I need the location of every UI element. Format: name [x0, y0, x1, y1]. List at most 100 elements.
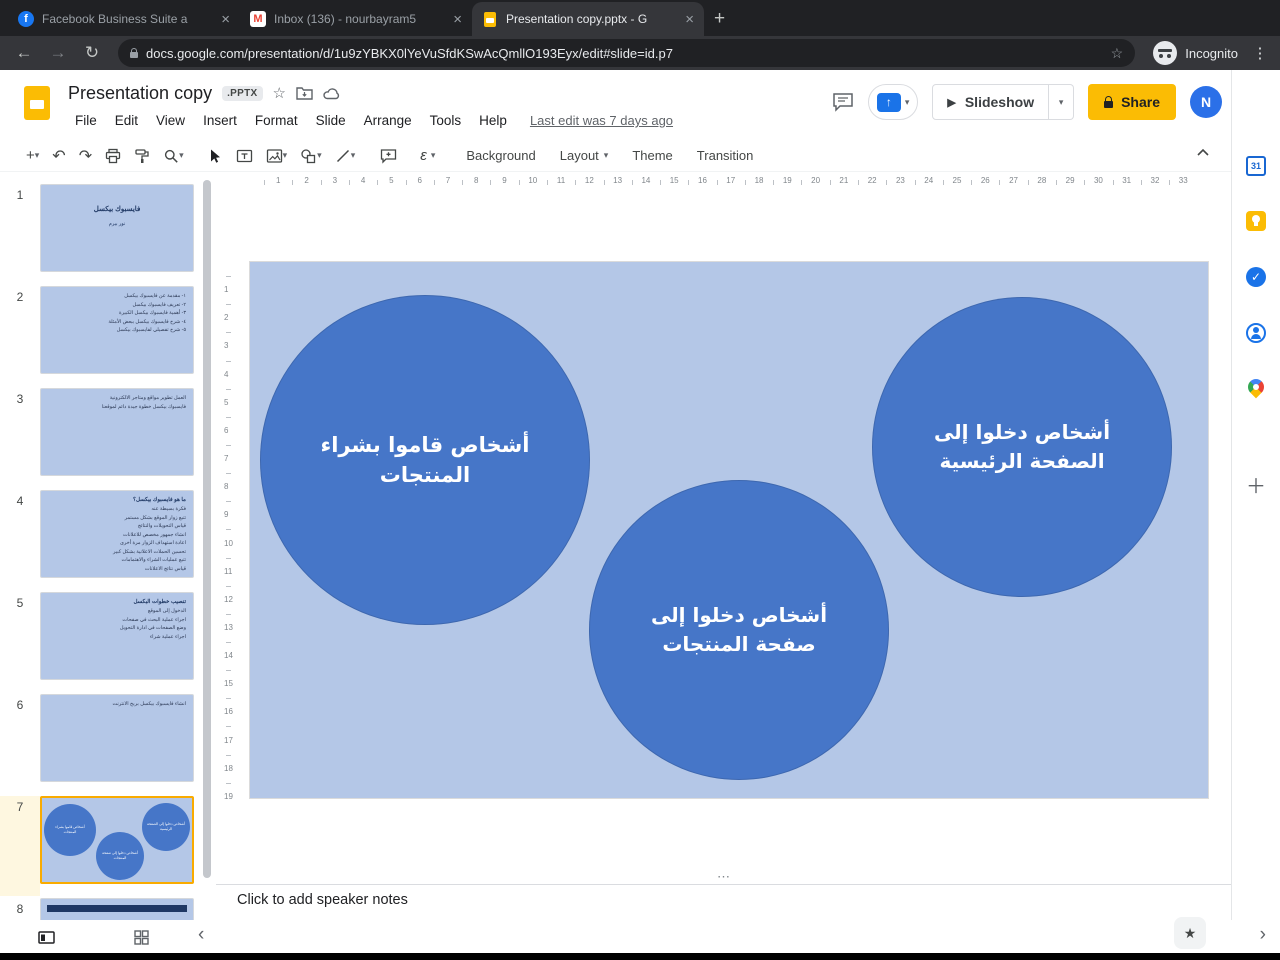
explore-button[interactable]: ★ [1174, 917, 1206, 949]
undo-button[interactable]: ↶ [52, 146, 65, 166]
insert-line-button[interactable]: ▾ [335, 148, 355, 164]
speaker-notes-placeholder[interactable]: Click to add speaker notes [237, 892, 408, 908]
insert-image-button[interactable]: ▾ [266, 148, 287, 164]
move-folder-icon[interactable] [296, 86, 313, 100]
tab-close-icon[interactable]: × [221, 11, 230, 28]
slide-thumbnail[interactable]: انشاء فايسبوك بيكسل بربح الانترنت [40, 694, 194, 782]
select-tool-button[interactable] [207, 148, 223, 164]
filmstrip-view-icon[interactable] [38, 930, 55, 945]
tasks-icon[interactable]: ✓ [1246, 267, 1266, 287]
collapse-filmstrip-icon[interactable]: ‹ [198, 924, 204, 946]
address-bar[interactable]: docs.google.com/presentation/d/1u9zYBKX0… [118, 39, 1136, 67]
slide-thumbnail[interactable]: تنصيب خطوات البكسل الدخول إلى الموقع اجراء… [40, 592, 194, 680]
calendar-icon[interactable]: 31 [1246, 156, 1266, 176]
browser-menu-icon[interactable]: ⋮ [1250, 44, 1270, 62]
tab-presentation-active[interactable]: Presentation copy.pptx - G × [472, 2, 704, 36]
https-lock-icon [130, 48, 138, 58]
contacts-icon[interactable] [1246, 323, 1266, 343]
speaker-notes-area[interactable]: ⋯ Click to add speaker notes [216, 869, 1232, 921]
collapse-menus-icon[interactable] [1196, 148, 1210, 157]
slide-thumbnail-row-4[interactable]: 4 ما هو فايسبوك بيكسل؟ فكرة بسيطة عنه تتبع … [0, 490, 203, 592]
text-box-button[interactable] [236, 148, 253, 164]
notes-drag-handle[interactable]: ⋯ [717, 869, 731, 885]
layout-button[interactable]: Layout ▾ [550, 143, 619, 168]
slideshow-dropdown[interactable]: ▾ [1049, 84, 1075, 120]
menu-file[interactable]: File [68, 110, 104, 131]
keep-icon[interactable] [1246, 211, 1266, 231]
shape-circle-products[interactable]: أشخاص دخلوا إلى صفحة المنتجات [589, 480, 889, 780]
theme-button[interactable]: Theme [622, 143, 682, 168]
expand-side-panel-icon[interactable]: › [1260, 924, 1266, 946]
slide-thumbnail-row-5[interactable]: 5 تنصيب خطوات البكسل الدخول إلى الموقع اجرا… [0, 592, 203, 694]
insert-shape-button[interactable]: ▾ [300, 148, 322, 164]
menu-bar: File Edit View Insert Format Slide Arrange Tool… [68, 110, 673, 131]
account-avatar[interactable]: N [1190, 86, 1222, 118]
menu-tools[interactable]: Tools [423, 110, 469, 131]
new-slide-button[interactable]: + ▾ [26, 147, 39, 164]
thumbnail-circle: أشخاص دخلوا إلى صفحة المنتجات [96, 832, 144, 880]
new-tab-button[interactable]: + [714, 8, 725, 30]
tab-facebook-business-suite[interactable]: f Facebook Business Suite a × [8, 2, 240, 36]
last-edit-link[interactable]: Last edit was 7 days ago [530, 113, 673, 128]
paint-format-button[interactable] [134, 148, 150, 164]
menu-arrange[interactable]: Arrange [357, 110, 419, 131]
transition-button[interactable]: Transition [687, 143, 764, 168]
filmstrip-scrollbar[interactable] [203, 180, 211, 878]
tab-close-icon[interactable]: × [453, 11, 462, 28]
tab-gmail-inbox[interactable]: M Inbox (136) - nourbayram5 × [240, 2, 472, 36]
slide-thumbnail[interactable]: فايسبوك بيكسل نور بيرم [40, 184, 194, 272]
bookmark-star-icon[interactable]: ☆ [1111, 45, 1124, 62]
present-button[interactable]: ↑ ▾ [867, 84, 919, 120]
thumbnail-circle: أشخاص قاموا بشراء المنتجات [44, 804, 96, 856]
bottom-bar: ‹ › [0, 920, 1280, 960]
menu-edit[interactable]: Edit [108, 110, 145, 131]
chevron-down-icon[interactable]: ▾ [905, 97, 910, 108]
slide-thumbnail-row-7[interactable]: 7 أشخاص قاموا بشراء المنتجات أشخاص دخلوا إ… [0, 796, 203, 898]
slide-thumbnail[interactable]: العمل تطوير مواقع ومتاجر الالكترونية فايس… [40, 388, 194, 476]
shape-circle-homepage[interactable]: أشخاص دخلوا إلى الصفحة الرئيسية [872, 297, 1172, 597]
comment-history-icon[interactable] [832, 92, 854, 112]
menu-format[interactable]: Format [248, 110, 305, 131]
slide-thumbnail[interactable] [40, 898, 194, 920]
vertical-ruler: 1 2 3 4 5 6 7 8 9 10 11 12 13 14 15 16 17 18 19 [216, 196, 240, 884]
slide-thumbnail-row-6[interactable]: 6 انشاء فايسبوك بيكسل بربح الانترنت [0, 694, 203, 796]
tab-close-icon[interactable]: × [685, 11, 694, 28]
menu-view[interactable]: View [149, 110, 192, 131]
cloud-status-icon[interactable] [323, 87, 341, 100]
document-title[interactable]: Presentation copy [68, 83, 212, 104]
circle-text-line: أشخاص دخلوا إلى [933, 420, 1111, 444]
forward-button[interactable]: → [44, 43, 72, 63]
menu-help[interactable]: Help [472, 110, 514, 131]
shape-circle-purchase[interactable]: أشخاص قاموا بشراء المنتجات [260, 295, 590, 625]
refresh-button[interactable]: ↻ [78, 43, 106, 63]
tab-title: Facebook Business Suite a [42, 12, 188, 26]
menu-insert[interactable]: Insert [196, 110, 244, 131]
slide-thumbnail-row-8[interactable]: 8 [0, 898, 203, 920]
zoom-button[interactable]: ▾ [163, 148, 184, 164]
slide-thumbnail-row-1[interactable]: 1 فايسبوك بيكسل نور بيرم [0, 184, 203, 286]
slideshow-button[interactable]: ▶ Slideshow [932, 84, 1050, 120]
slide-thumbnail[interactable]: ما هو فايسبوك بيكسل؟ فكرة بسيطة عنه تتبع ز… [40, 490, 194, 578]
insert-comment-button[interactable] [380, 148, 397, 164]
gmail-favicon-icon: M [250, 11, 266, 27]
equation-tool-button[interactable]: ε ▾ [420, 147, 435, 164]
redo-button[interactable]: ↷ [79, 146, 92, 166]
maps-icon[interactable] [1244, 375, 1268, 399]
slide-thumbnail-row-2[interactable]: 2 ١- مقدمة عن فايسبوك بيكسل ٢- تعريف فايسب… [0, 286, 203, 388]
print-button[interactable] [105, 148, 121, 164]
star-document-icon[interactable]: ☆ [273, 84, 286, 102]
slide-thumbnail[interactable]: أشخاص قاموا بشراء المنتجات أشخاص دخلوا إل… [40, 796, 194, 884]
add-addon-icon[interactable]: ＋ [1246, 470, 1266, 499]
slide-thumbnail[interactable]: ١- مقدمة عن فايسبوك بيكسل ٢- تعريف فايسبو… [40, 286, 194, 374]
slide-thumbnail-row-3[interactable]: 3 العمل تطوير مواقع ومتاجر الالكترونية فاي… [0, 388, 203, 490]
circle-text-line: الصفحة الرئيسية [939, 449, 1105, 473]
play-icon: ▶ [947, 96, 956, 109]
share-button[interactable]: Share [1088, 84, 1176, 120]
background-button[interactable]: Background [456, 143, 545, 168]
slides-logo[interactable] [24, 86, 50, 120]
slide-number: 2 [16, 290, 24, 304]
grid-view-icon[interactable] [134, 930, 149, 945]
menu-slide[interactable]: Slide [309, 110, 353, 131]
back-button[interactable]: ← [10, 43, 38, 63]
slide-editor[interactable]: أشخاص قاموا بشراء المنتجات أشخاص دخلوا إ… [250, 262, 1208, 798]
